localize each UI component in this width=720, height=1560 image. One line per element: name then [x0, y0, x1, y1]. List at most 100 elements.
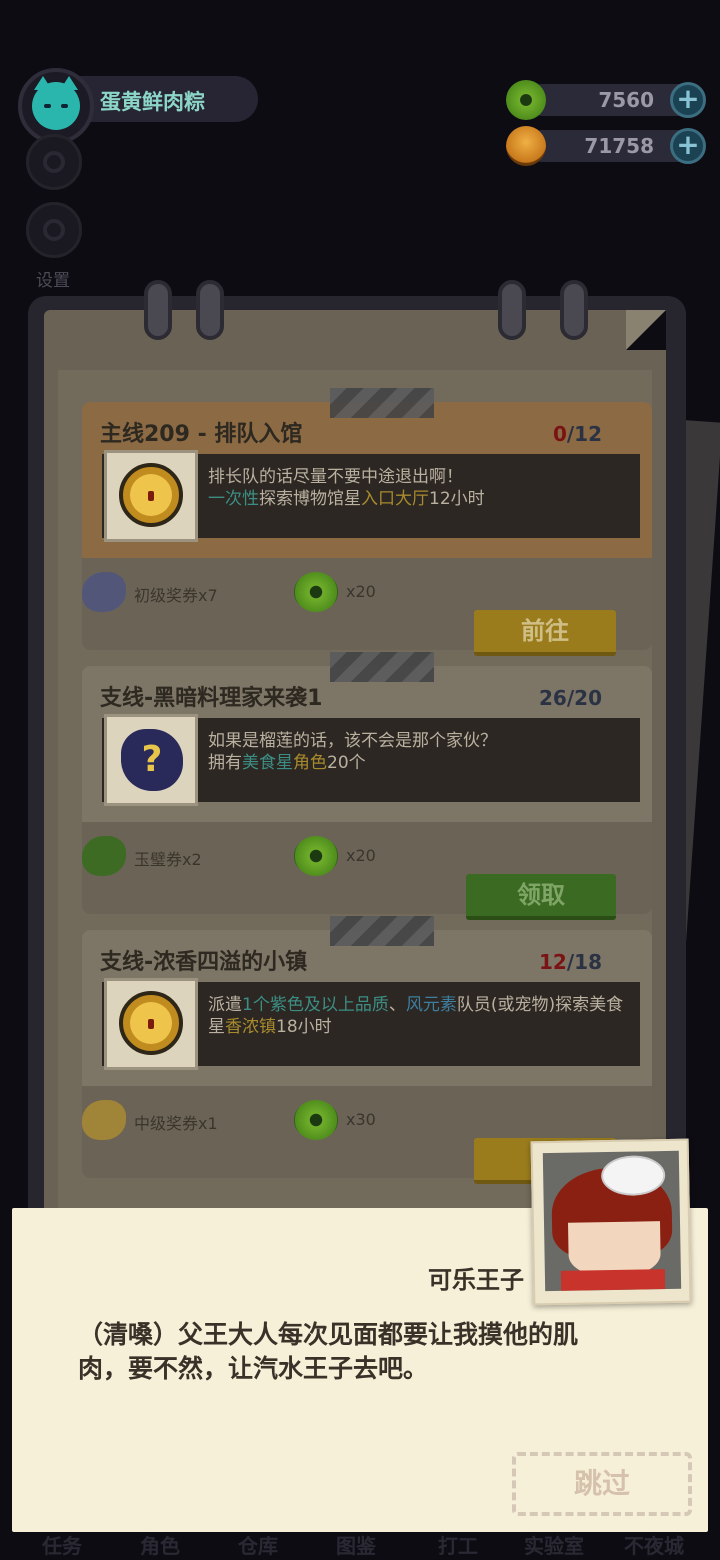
quest-card-main: 主线209 - 排队入馆 0/12 排长队的话尽量不要中途退出啊！ 一次性探索博… [82, 388, 652, 656]
clock-hand [148, 1019, 154, 1029]
player-profile[interactable]: 蛋黄鲜肉粽 [18, 68, 258, 144]
desc-highlight: 入口大厅 [361, 489, 429, 509]
progress-current: 0 [552, 422, 567, 446]
desc-highlight: 角色 [293, 753, 327, 773]
cat-eye-left [44, 104, 51, 108]
quest-card-side: 支线-黑暗料理家来袭1 26/20 ? 如果是榴莲的话，该不会是那个家伙？ 拥有… [82, 652, 652, 920]
gold-ticket-icon [82, 1100, 126, 1140]
quest-title: 支线-黑暗料理家来袭1 [100, 686, 323, 711]
quest-progress: 26/20 [539, 686, 602, 710]
menu-icon [43, 151, 65, 173]
quest-description: 排长队的话尽量不要中途退出啊！ 一次性探索博物馆星入口大厅12小时 [208, 466, 638, 510]
progress-current: 12 [539, 950, 567, 974]
desc-highlight: 香浓镇 [225, 1017, 276, 1037]
tape-decoration [330, 652, 434, 682]
cat-eye-right [61, 104, 68, 108]
orange-planet-icon [506, 126, 546, 166]
nav-warehouse[interactable]: 仓库 [238, 1530, 278, 1559]
add-green-coin-button[interactable]: + [670, 82, 706, 118]
quest-thumb [104, 450, 198, 542]
quest-progress: 0/12 [553, 422, 602, 446]
desc-highlight: 1个紫色及以上品质 [242, 995, 389, 1015]
blue-ticket-icon [82, 572, 126, 612]
claim-button[interactable]: 领取 [466, 874, 616, 920]
binder-ring [498, 280, 526, 340]
binder-ring [560, 280, 588, 340]
player-avatar[interactable] [18, 68, 94, 144]
settings-label: 设置 [36, 271, 70, 291]
quest-thumb [104, 978, 198, 1070]
nav-tasks[interactable]: 任务 [42, 1530, 82, 1559]
page-fold [626, 310, 666, 350]
desc-text: 20个 [327, 753, 366, 773]
reward-label: x20 [346, 582, 376, 601]
desc-highlight: 一次性 [208, 489, 259, 509]
clock-icon [119, 991, 183, 1055]
nav-collection[interactable]: 图鉴 [336, 1530, 376, 1559]
reward-label: 玉璧券x2 [134, 850, 202, 869]
green-coin-icon [294, 572, 338, 612]
desc-text: 派遣 [208, 995, 242, 1015]
currency-orange: 71758 + [506, 126, 706, 166]
portrait-scarf [560, 1269, 666, 1291]
reward-label: x30 [346, 1110, 376, 1129]
binder-ring [196, 280, 224, 340]
speaker-name: 可乐王子 [428, 1266, 524, 1294]
dialog-text: （清嗓）父王大人每次见面都要让我摸他的肌 肉，要不然，让汽水王子去吧。 [78, 1318, 658, 1386]
cat-avatar-icon [32, 76, 80, 130]
clock-icon [119, 463, 183, 527]
green-coin-icon [294, 1100, 338, 1140]
green-coin-icon [506, 80, 546, 120]
quest-description: 派遣1个紫色及以上品质、风元素队员(或宠物)探索美食星香浓镇18小时 [208, 994, 638, 1038]
progress-total: /12 [566, 422, 602, 446]
nav-characters[interactable]: 角色 [140, 1530, 180, 1559]
desc-line: 拥有美食星角色20个 [208, 752, 638, 774]
reward-row: 玉璧券x2 x20 领取 [82, 822, 652, 920]
currency-green: 7560 + [506, 80, 706, 120]
reward-label: x20 [346, 846, 376, 865]
quest-description: 如果是榴莲的话，该不会是那个家伙？ 拥有美食星角色20个 [208, 730, 638, 774]
desc-line: 排长队的话尽量不要中途退出啊！ [208, 467, 463, 487]
settings-button[interactable] [26, 202, 82, 258]
quest-title: 主线209 - 排队入馆 [100, 422, 303, 447]
tape-decoration [330, 388, 434, 418]
add-orange-coin-button[interactable]: + [670, 128, 706, 164]
progress-current: 26 [539, 686, 567, 710]
desc-text: 12小时 [429, 489, 485, 509]
go-button[interactable]: 前往 [474, 610, 616, 656]
dialog-line: 肉，要不然，让汽水王子去吧。 [78, 1354, 429, 1383]
desc-highlight: 美食星 [242, 753, 293, 773]
green-coin-icon [294, 836, 338, 876]
progress-total: /18 [566, 950, 602, 974]
bottom-nav: 任务 角色 仓库 图鉴 打工 实验室 不夜城 [0, 1530, 720, 1560]
reward-label: 初级奖券x7 [134, 586, 218, 605]
speaker-portrait [530, 1138, 692, 1306]
reward-row: 初级奖券x7 x20 前往 [82, 558, 652, 656]
currency-value: 71758 [584, 134, 654, 158]
nav-night-city[interactable]: 不夜城 [624, 1530, 684, 1559]
dialog-line: （清嗓）父王大人每次见面都要让我摸他的肌 [78, 1320, 579, 1349]
skip-button[interactable]: 跳过 [512, 1452, 692, 1516]
desc-text: 、 [388, 995, 406, 1015]
portrait-image [542, 1150, 682, 1292]
binder-ring [144, 280, 172, 340]
desc-line: 一次性探索博物馆星入口大厅12小时 [208, 488, 638, 510]
nav-work[interactable]: 打工 [438, 1530, 478, 1559]
currency-value: 7560 [598, 88, 654, 112]
quest-progress: 12/18 [539, 950, 602, 974]
desc-line: 如果是榴莲的话，该不会是那个家伙？ [208, 731, 497, 751]
green-ticket-icon [82, 836, 126, 876]
question-mark-icon: ? [121, 729, 183, 791]
clock-hand [148, 491, 154, 501]
nav-lab[interactable]: 实验室 [524, 1530, 584, 1559]
desc-text: 拥有 [208, 753, 242, 773]
desc-text: 探索博物馆星 [259, 489, 361, 509]
progress-total: /20 [566, 686, 602, 710]
desc-highlight: 风元素 [405, 995, 457, 1015]
player-name: 蛋黄鲜肉粽 [100, 90, 205, 114]
desc-text: 18小时 [276, 1017, 332, 1037]
gear-icon [43, 219, 65, 241]
tape-decoration [330, 916, 434, 946]
side-menu-button[interactable] [26, 134, 82, 190]
reward-label: 中级奖券x1 [134, 1114, 218, 1133]
